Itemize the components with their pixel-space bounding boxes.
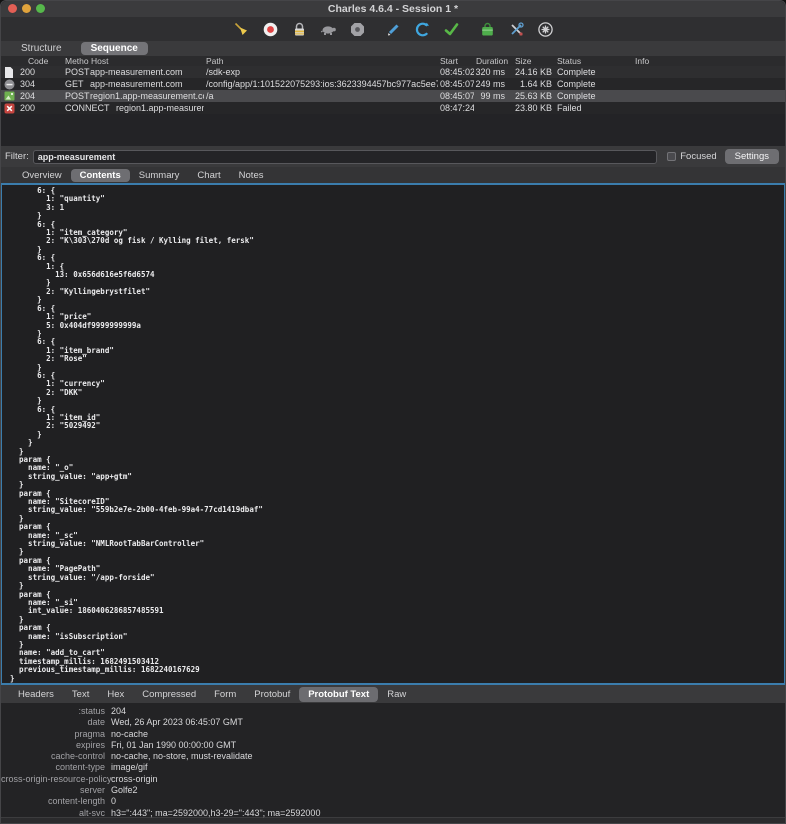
throttling-icon[interactable] — [320, 21, 337, 38]
tab-overview[interactable]: Overview — [13, 169, 71, 182]
repeat-icon[interactable] — [414, 21, 431, 38]
filter-input[interactable] — [32, 149, 658, 164]
header-row: :status 204 — [78, 706, 127, 716]
request-table-header: Code Method Host Path Start Duration Siz… — [1, 56, 785, 66]
column-duration[interactable]: Duration — [474, 56, 508, 66]
tab-raw[interactable]: Raw — [378, 687, 415, 702]
tab-structure[interactable]: Structure — [11, 42, 72, 55]
tab-text[interactable]: Text — [63, 687, 98, 702]
toolbar — [1, 17, 785, 41]
not-modified-icon — [1, 79, 17, 90]
settings-button[interactable]: Settings — [724, 149, 779, 164]
column-status[interactable]: Status — [555, 56, 633, 66]
record-icon[interactable] — [262, 21, 279, 38]
tab-protobuf[interactable]: Protobuf — [245, 687, 299, 702]
column-code[interactable]: Code — [17, 56, 63, 66]
failed-icon — [1, 103, 17, 114]
filter-bar: Filter: Focused Settings — [1, 146, 785, 167]
column-size[interactable]: Size — [508, 56, 555, 66]
table-row[interactable]: 200 CONNECT region1.app-measurement.com … — [1, 102, 785, 114]
column-start[interactable]: Start — [438, 56, 474, 66]
settings-gear-icon[interactable] — [537, 21, 554, 38]
body-tabs: Headers Text Hex Compressed Form Protobu… — [1, 685, 785, 703]
header-row: cache-control no-cache, no-store, must-re… — [50, 751, 253, 762]
close-button[interactable] — [8, 4, 17, 13]
focused-checkbox[interactable] — [667, 152, 677, 161]
window-title: Charles 4.6.4 - Session 1 * — [327, 3, 459, 15]
column-path[interactable]: Path — [204, 56, 438, 66]
compose-icon[interactable] — [385, 21, 402, 38]
ssl-proxying-icon[interactable] — [291, 21, 308, 38]
tab-notes[interactable]: Notes — [230, 169, 273, 182]
table-row-selected[interactable]: 204 POST region1.app-measurement.com /a … — [1, 90, 785, 102]
header-row: server Golfe2 — [79, 785, 138, 796]
tab-sequence[interactable]: Sequence — [80, 42, 148, 55]
image-icon — [1, 91, 17, 101]
breakpoints-icon[interactable] — [349, 21, 366, 38]
tab-chart[interactable]: Chart — [188, 169, 229, 182]
charles-window: Charles 4.6.4 - Session 1 * Structure Se… — [0, 0, 786, 824]
tab-summary[interactable]: Summary — [130, 169, 189, 182]
header-row: expires Fri, 01 Jan 1990 00:00:00 GMT — [75, 739, 237, 750]
content-tabs: Overview Contents Summary Chart Notes — [1, 167, 785, 183]
header-row: cross-origin-resource-policy cross-origin — [1, 773, 158, 784]
tab-form[interactable]: Form — [205, 687, 245, 702]
table-empty-area — [1, 114, 785, 146]
external-tools-icon[interactable] — [479, 21, 496, 38]
zoom-button[interactable] — [36, 4, 45, 13]
minimize-button[interactable] — [22, 4, 31, 13]
clear-session-icon[interactable] — [233, 21, 250, 38]
tab-compressed[interactable]: Compressed — [133, 687, 205, 702]
tab-headers[interactable]: Headers — [9, 687, 63, 702]
column-info[interactable]: Info — [633, 56, 785, 66]
tab-contents[interactable]: Contents — [70, 168, 130, 182]
header-row: date Wed, 26 Apr 2023 06:45:07 GMT — [87, 717, 243, 728]
header-row: pragma no-cache — [74, 728, 149, 739]
header-row: content-type image/gif — [55, 762, 148, 773]
response-headers-panel: :status 204 date Wed, 26 Apr 2023 06:45:07… — [1, 703, 785, 818]
document-icon — [1, 66, 17, 78]
header-row: content-length 0 — [47, 796, 117, 807]
title-bar: Charles 4.6.4 - Session 1 * — [1, 1, 785, 17]
column-method[interactable]: Method — [63, 56, 89, 66]
validate-icon[interactable] — [443, 21, 460, 38]
view-switcher: Structure Sequence — [1, 41, 785, 56]
filter-label: Filter: — [5, 151, 29, 162]
focused-label[interactable]: Focused — [680, 151, 716, 162]
tab-protobuf-text[interactable]: Protobuf Text — [299, 686, 379, 702]
tools-icon[interactable] — [508, 21, 525, 38]
tab-hex[interactable]: Hex — [98, 687, 133, 702]
table-row[interactable]: 304 GET app-measurement.com /config/app/… — [1, 78, 785, 90]
protobuf-text-view[interactable]: 6: { 1: "quantity" 3: 1 } 6: { 1: "item_… — [1, 183, 785, 685]
protobuf-text: 6: { 1: "quantity" 3: 1 } 6: { 1: "item_… — [10, 186, 263, 683]
column-host[interactable]: Host — [89, 56, 204, 66]
table-row[interactable]: 200 POST app-measurement.com /sdk-exp 08… — [1, 66, 785, 78]
